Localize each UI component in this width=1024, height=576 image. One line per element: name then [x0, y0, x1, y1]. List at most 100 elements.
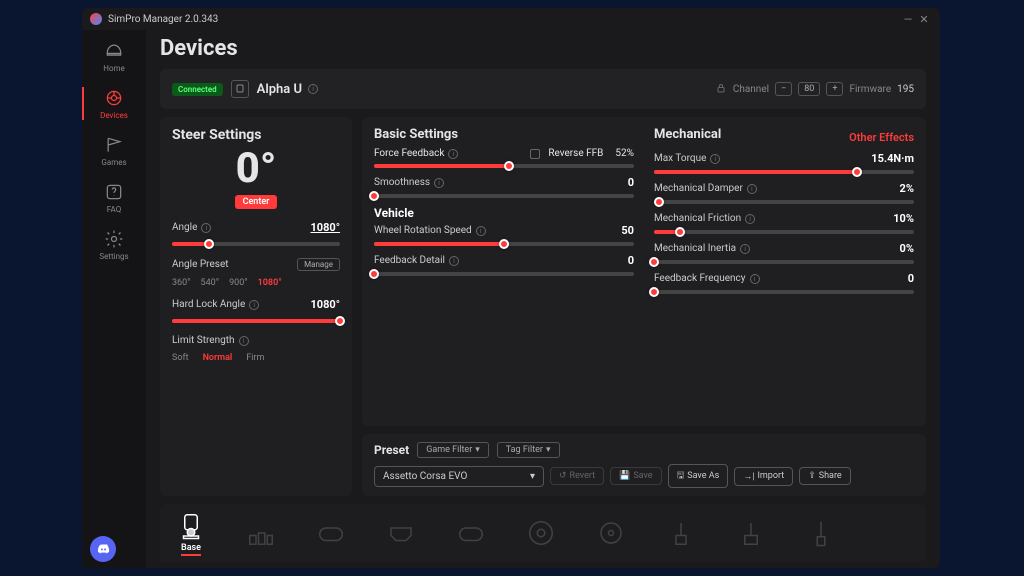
preset-360[interactable]: 360°: [172, 278, 191, 288]
share-button[interactable]: ⇪Share: [799, 467, 850, 485]
basic-title: Basic Settings: [374, 127, 634, 142]
hard-lock-slider[interactable]: [172, 319, 340, 323]
inertia-slider[interactable]: [654, 260, 914, 264]
ffb-slider[interactable]: [374, 164, 634, 168]
preset-540[interactable]: 540°: [201, 278, 220, 288]
limit-soft[interactable]: Soft: [172, 353, 189, 363]
sidebar-item-faq[interactable]: FAQ: [90, 181, 138, 214]
save-as-icon: 🖫: [677, 468, 685, 484]
sidebar-item-label: Devices: [100, 111, 128, 120]
game-filter-button[interactable]: Game Filter ▾: [417, 442, 489, 458]
manage-button[interactable]: Manage: [297, 258, 340, 271]
channel-value: 80: [798, 82, 820, 96]
torque-slider[interactable]: [654, 170, 914, 174]
info-icon[interactable]: i: [750, 274, 760, 284]
info-icon[interactable]: i: [308, 84, 318, 94]
wheel-icon: [103, 87, 125, 109]
device-tab-handbrake[interactable]: [806, 518, 836, 548]
sidebar-item-games[interactable]: Games: [90, 134, 138, 167]
angle-value[interactable]: 1080°: [310, 221, 340, 234]
close-button[interactable]: ✕: [916, 13, 932, 26]
info-icon[interactable]: i: [710, 154, 720, 164]
minimize-button[interactable]: —: [900, 13, 916, 26]
device-tab-shifter2[interactable]: [736, 518, 766, 548]
torque-value: 15.4N·m: [871, 152, 914, 165]
discord-button[interactable]: [90, 536, 116, 562]
channel-dec[interactable]: −: [775, 82, 792, 96]
info-icon[interactable]: i: [745, 214, 755, 224]
torque-label: Max Torque: [654, 153, 706, 164]
info-icon[interactable]: i: [201, 223, 211, 233]
tag-filter-button[interactable]: Tag Filter ▾: [497, 442, 560, 458]
reverse-ffb-label: Reverse FFB: [548, 148, 603, 159]
info-icon[interactable]: i: [449, 256, 459, 266]
device-tab-round-wheel[interactable]: [526, 518, 556, 548]
freq-label: Feedback Frequency: [654, 273, 746, 284]
fd-label: Feedback Detail: [374, 255, 445, 266]
reverse-ffb-checkbox[interactable]: [530, 149, 540, 159]
page-title: Devices: [160, 36, 926, 61]
sidebar-item-devices[interactable]: Devices: [90, 87, 138, 120]
preset-900[interactable]: 900°: [229, 278, 248, 288]
info-icon[interactable]: i: [239, 336, 249, 346]
friction-slider[interactable]: [654, 230, 914, 234]
save-icon: 💾: [619, 471, 630, 481]
main-content: Devices Connected Alpha U i Channel − 80…: [146, 30, 940, 568]
save-as-button[interactable]: 🖫Save As: [668, 464, 729, 488]
steer-title: Steer Settings: [172, 127, 340, 143]
info-icon[interactable]: i: [747, 184, 757, 194]
app-window: SimPro Manager 2.0.343 — ✕ Home Devices …: [82, 8, 940, 568]
revert-button[interactable]: ↺Revert: [550, 467, 604, 485]
freq-slider[interactable]: [654, 290, 914, 294]
question-icon: [103, 181, 125, 203]
device-tab-base[interactable]: Base: [176, 511, 206, 556]
damper-slider[interactable]: [654, 200, 914, 204]
preset-select[interactable]: Assetto Corsa EVO ▾: [374, 466, 544, 487]
sidebar-item-label: Games: [101, 158, 126, 167]
damper-label: Mechanical Damper: [654, 183, 743, 194]
info-icon[interactable]: i: [434, 178, 444, 188]
import-icon: →|: [743, 471, 754, 482]
limit-firm[interactable]: Firm: [246, 353, 264, 363]
device-tab-gamepad2[interactable]: [456, 518, 486, 548]
device-tab-formula-wheel[interactable]: [386, 518, 416, 548]
device-tab-pedals[interactable]: [246, 518, 276, 548]
device-tab-shifter1[interactable]: [666, 518, 696, 548]
limit-normal[interactable]: Normal: [203, 353, 233, 363]
friction-value: 10%: [893, 212, 914, 225]
info-icon[interactable]: i: [476, 226, 486, 236]
angle-label: Angle: [172, 222, 197, 233]
fd-slider[interactable]: [374, 272, 634, 276]
save-button[interactable]: 💾Save: [610, 467, 661, 485]
info-icon[interactable]: i: [249, 300, 259, 310]
wrs-slider[interactable]: [374, 242, 634, 246]
firmware-value: 195: [897, 84, 914, 95]
sidebar-item-home[interactable]: Home: [90, 40, 138, 73]
chevron-down-icon: ▾: [546, 445, 551, 455]
angle-slider[interactable]: [172, 242, 340, 246]
device-tab-gamepad1[interactable]: [316, 518, 346, 548]
smooth-slider[interactable]: [374, 194, 634, 198]
fd-value: 0: [628, 254, 634, 267]
lock-icon[interactable]: [715, 82, 727, 97]
channel-inc[interactable]: +: [826, 82, 843, 96]
device-tab-label: Base: [181, 543, 201, 556]
other-effects-link[interactable]: Other Effects: [849, 131, 914, 144]
info-icon[interactable]: i: [740, 244, 750, 254]
inertia-label: Mechanical Inertia: [654, 243, 736, 254]
sidebar-item-settings[interactable]: Settings: [90, 228, 138, 261]
device-tabs: Base: [160, 504, 926, 562]
device-tab-hub[interactable]: [596, 518, 626, 548]
inertia-value: 0%: [900, 242, 914, 255]
app-title: SimPro Manager 2.0.343: [108, 14, 218, 25]
sidebar-item-label: Settings: [99, 252, 128, 261]
import-button[interactable]: →|Import: [734, 467, 793, 486]
preset-1080[interactable]: 1080°: [258, 278, 282, 288]
center-button[interactable]: Center: [235, 195, 278, 209]
hard-lock-value: 1080°: [310, 298, 340, 311]
revert-icon: ↺: [559, 471, 567, 481]
helmet-icon: [103, 40, 125, 62]
titlebar: SimPro Manager 2.0.343 — ✕: [82, 8, 940, 30]
info-icon[interactable]: i: [448, 149, 458, 159]
damper-value: 2%: [900, 182, 914, 195]
